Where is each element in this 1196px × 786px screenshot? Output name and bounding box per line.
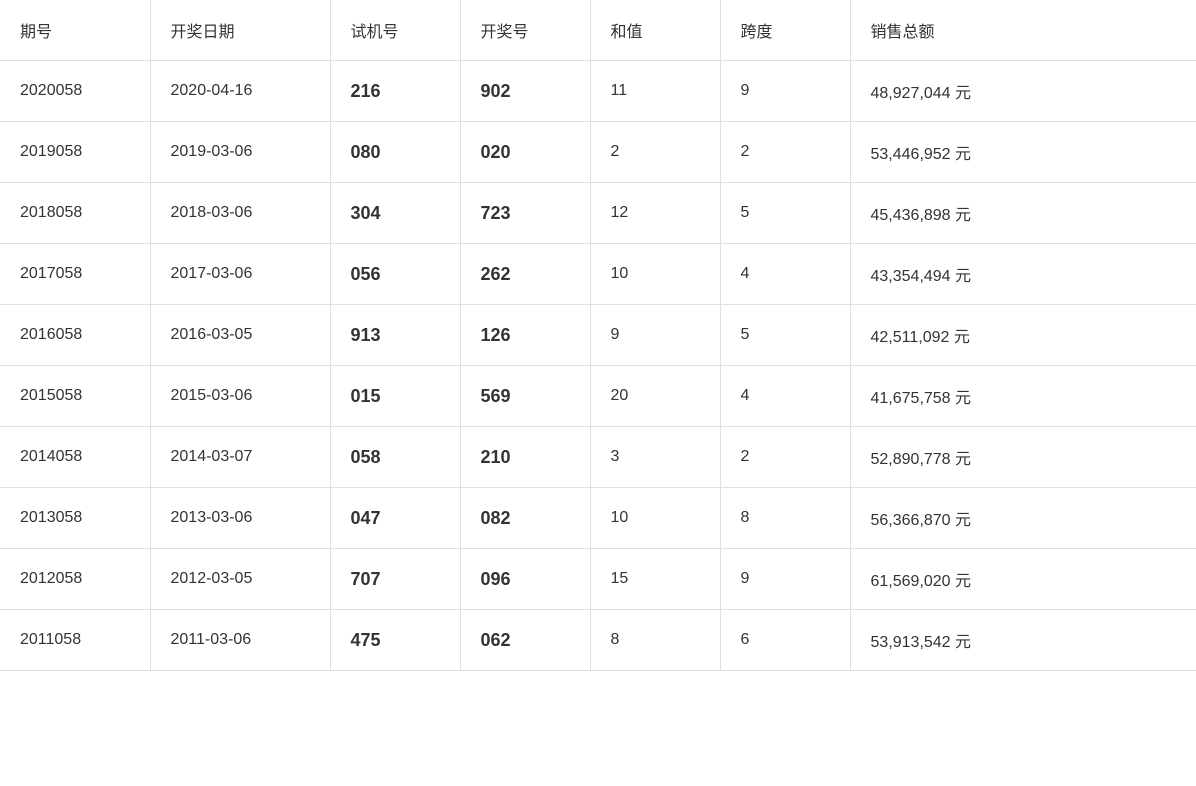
header-period: 期号	[0, 0, 150, 61]
header-trial: 试机号	[330, 0, 460, 61]
cell-span: 9	[720, 549, 850, 610]
cell-sales: 61,569,020 元	[850, 549, 1196, 610]
cell-draw: 723	[460, 183, 590, 244]
cell-sales: 52,890,778 元	[850, 427, 1196, 488]
cell-draw: 126	[460, 305, 590, 366]
cell-date: 2011-03-06	[150, 610, 330, 671]
header-date: 开奖日期	[150, 0, 330, 61]
table-row: 20180582018-03-0630472312545,436,898 元	[0, 183, 1196, 244]
header-sales: 销售总额	[850, 0, 1196, 61]
cell-sales: 41,675,758 元	[850, 366, 1196, 427]
cell-trial: 015	[330, 366, 460, 427]
cell-span: 4	[720, 366, 850, 427]
cell-span: 4	[720, 244, 850, 305]
cell-sum: 12	[590, 183, 720, 244]
table-container: 期号 开奖日期 试机号 开奖号 和值 跨度 销售总额 20200582020-0…	[0, 0, 1196, 786]
cell-date: 2013-03-06	[150, 488, 330, 549]
header-draw: 开奖号	[460, 0, 590, 61]
cell-span: 8	[720, 488, 850, 549]
cell-trial: 216	[330, 61, 460, 122]
cell-sum: 15	[590, 549, 720, 610]
cell-draw: 082	[460, 488, 590, 549]
cell-date: 2014-03-07	[150, 427, 330, 488]
cell-sum: 9	[590, 305, 720, 366]
cell-trial: 058	[330, 427, 460, 488]
cell-sales: 53,913,542 元	[850, 610, 1196, 671]
header-sum: 和值	[590, 0, 720, 61]
cell-period: 2018058	[0, 183, 150, 244]
cell-period: 2011058	[0, 610, 150, 671]
cell-date: 2017-03-06	[150, 244, 330, 305]
cell-trial: 056	[330, 244, 460, 305]
cell-draw: 096	[460, 549, 590, 610]
cell-trial: 080	[330, 122, 460, 183]
cell-sales: 48,927,044 元	[850, 61, 1196, 122]
cell-trial: 304	[330, 183, 460, 244]
table-row: 20190582019-03-060800202253,446,952 元	[0, 122, 1196, 183]
cell-sum: 10	[590, 244, 720, 305]
cell-sum: 3	[590, 427, 720, 488]
cell-period: 2015058	[0, 366, 150, 427]
cell-sum: 10	[590, 488, 720, 549]
cell-sales: 56,366,870 元	[850, 488, 1196, 549]
cell-period: 2012058	[0, 549, 150, 610]
cell-date: 2016-03-05	[150, 305, 330, 366]
table-row: 20130582013-03-0604708210856,366,870 元	[0, 488, 1196, 549]
table-row: 20160582016-03-059131269542,511,092 元	[0, 305, 1196, 366]
table-row: 20140582014-03-070582103252,890,778 元	[0, 427, 1196, 488]
cell-period: 2020058	[0, 61, 150, 122]
cell-draw: 262	[460, 244, 590, 305]
cell-trial: 047	[330, 488, 460, 549]
cell-date: 2012-03-05	[150, 549, 330, 610]
cell-period: 2017058	[0, 244, 150, 305]
cell-draw: 902	[460, 61, 590, 122]
cell-sum: 11	[590, 61, 720, 122]
table-row: 20150582015-03-0601556920441,675,758 元	[0, 366, 1196, 427]
lottery-table: 期号 开奖日期 试机号 开奖号 和值 跨度 销售总额 20200582020-0…	[0, 0, 1196, 671]
cell-span: 2	[720, 427, 850, 488]
cell-period: 2019058	[0, 122, 150, 183]
table-row: 20110582011-03-064750628653,913,542 元	[0, 610, 1196, 671]
cell-draw: 210	[460, 427, 590, 488]
cell-trial: 707	[330, 549, 460, 610]
cell-draw: 062	[460, 610, 590, 671]
table-row: 20120582012-03-0570709615961,569,020 元	[0, 549, 1196, 610]
cell-date: 2020-04-16	[150, 61, 330, 122]
cell-span: 5	[720, 305, 850, 366]
cell-date: 2019-03-06	[150, 122, 330, 183]
cell-span: 5	[720, 183, 850, 244]
cell-span: 6	[720, 610, 850, 671]
cell-sum: 2	[590, 122, 720, 183]
table-row: 20170582017-03-0605626210443,354,494 元	[0, 244, 1196, 305]
cell-draw: 569	[460, 366, 590, 427]
cell-sum: 8	[590, 610, 720, 671]
table-header-row: 期号 开奖日期 试机号 开奖号 和值 跨度 销售总额	[0, 0, 1196, 61]
cell-period: 2016058	[0, 305, 150, 366]
table-row: 20200582020-04-1621690211948,927,044 元	[0, 61, 1196, 122]
cell-sales: 43,354,494 元	[850, 244, 1196, 305]
cell-period: 2014058	[0, 427, 150, 488]
cell-date: 2015-03-06	[150, 366, 330, 427]
cell-span: 9	[720, 61, 850, 122]
cell-date: 2018-03-06	[150, 183, 330, 244]
header-span: 跨度	[720, 0, 850, 61]
cell-sales: 42,511,092 元	[850, 305, 1196, 366]
cell-trial: 475	[330, 610, 460, 671]
cell-sales: 45,436,898 元	[850, 183, 1196, 244]
cell-sum: 20	[590, 366, 720, 427]
cell-span: 2	[720, 122, 850, 183]
cell-trial: 913	[330, 305, 460, 366]
cell-period: 2013058	[0, 488, 150, 549]
cell-sales: 53,446,952 元	[850, 122, 1196, 183]
cell-draw: 020	[460, 122, 590, 183]
